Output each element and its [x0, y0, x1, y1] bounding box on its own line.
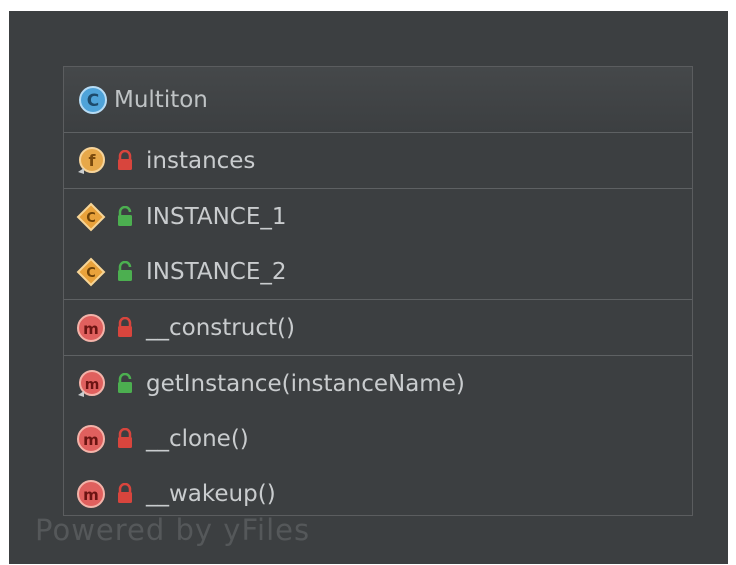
private-lock-icon [116, 316, 134, 339]
member-row-construct[interactable]: m __construct() [64, 300, 692, 355]
constant-icon: C [76, 257, 106, 287]
method-icon: m [76, 313, 106, 343]
public-lock-icon [116, 372, 134, 395]
member-label: __clone() [146, 425, 249, 452]
svg-text:m: m [83, 486, 99, 504]
member-label: INSTANCE_2 [146, 258, 287, 285]
member-row-instance-2[interactable]: C INSTANCE_2 [64, 244, 692, 299]
diagram-canvas: C Multiton f instances C INSTANCE_1 C IN… [9, 11, 728, 564]
field-icon: f [76, 146, 106, 176]
svg-text:m: m [83, 320, 99, 338]
private-lock-icon [116, 427, 134, 450]
static-method-icon: m [76, 369, 106, 399]
member-label: instances [146, 147, 256, 174]
constructor-section: m __construct() [64, 300, 692, 356]
member-row-instance-1[interactable]: C INSTANCE_1 [64, 189, 692, 244]
constant-icon: C [76, 202, 106, 232]
fields-section: f instances [64, 133, 692, 189]
method-icon: m [76, 424, 106, 454]
member-label: __wakeup() [146, 480, 276, 507]
methods-section: m getInstance(instanceName) m __clone() … [64, 356, 692, 521]
svg-text:C: C [86, 266, 96, 281]
member-label: INSTANCE_1 [146, 203, 287, 230]
svg-text:C: C [86, 211, 96, 226]
member-row-instances[interactable]: f instances [64, 133, 692, 188]
public-lock-icon [116, 260, 134, 283]
svg-text:f: f [89, 151, 97, 170]
member-label: getInstance(instanceName) [146, 370, 465, 397]
private-lock-icon [116, 149, 134, 172]
member-row-getinstance[interactable]: m getInstance(instanceName) [64, 356, 692, 411]
watermark: Powered by yFiles [35, 513, 311, 547]
private-lock-icon [116, 482, 134, 505]
class-name: Multiton [114, 86, 208, 113]
svg-text:m: m [83, 431, 99, 449]
svg-text:C: C [87, 91, 99, 111]
method-icon: m [76, 479, 106, 509]
member-label: __construct() [146, 314, 295, 341]
class-node-multiton[interactable]: C Multiton f instances C INSTANCE_1 C IN… [63, 66, 693, 516]
svg-text:m: m [85, 377, 100, 393]
class-icon: C [78, 85, 108, 115]
public-lock-icon [116, 205, 134, 228]
class-header: C Multiton [64, 67, 692, 133]
constants-section: C INSTANCE_1 C INSTANCE_2 [64, 189, 692, 300]
member-row-clone[interactable]: m __clone() [64, 411, 692, 466]
